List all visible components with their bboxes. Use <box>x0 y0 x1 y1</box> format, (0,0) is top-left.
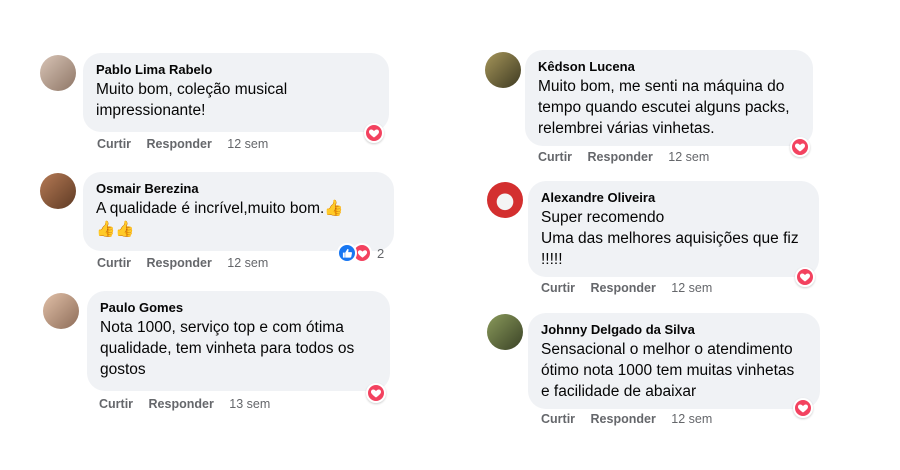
reply-button[interactable]: Responder <box>149 397 214 411</box>
comment-time[interactable]: 12 sem <box>671 281 712 295</box>
comment-actions: Curtir Responder 12 sem <box>538 150 721 164</box>
comment-author[interactable]: Pablo Lima Rabelo <box>96 62 375 78</box>
comment-text: Nota 1000, serviço top e com ótima quali… <box>100 319 355 378</box>
avatar[interactable] <box>40 55 76 91</box>
heart-icon[interactable] <box>793 398 813 418</box>
comment-author[interactable]: Johnny Delgado da Silva <box>541 322 806 338</box>
comment-time[interactable]: 13 sem <box>229 397 270 411</box>
comment-time[interactable]: 12 sem <box>227 137 268 151</box>
heart-icon[interactable] <box>366 383 386 403</box>
avatar[interactable] <box>40 173 76 209</box>
comment-author[interactable]: Alexandre Oliveira <box>541 190 805 206</box>
comment-time[interactable]: 12 sem <box>671 412 712 426</box>
like-button[interactable]: Curtir <box>541 412 575 426</box>
comment-text: Sensacional o melhor o atendimento ótimo… <box>541 341 795 400</box>
comment-time[interactable]: 12 sem <box>668 150 709 164</box>
like-button[interactable]: Curtir <box>97 137 131 151</box>
like-button[interactable]: Curtir <box>541 281 575 295</box>
reply-button[interactable]: Responder <box>591 412 656 426</box>
comment-actions: Curtir Responder 12 sem <box>541 281 724 295</box>
comment-actions: Curtir Responder 12 sem <box>97 256 280 270</box>
avatar[interactable] <box>43 293 79 329</box>
heart-icon[interactable] <box>364 123 384 143</box>
comment-bubble: Paulo Gomes Nota 1000, serviço top e com… <box>87 291 390 391</box>
comment-bubble: Johnny Delgado da Silva Sensacional o me… <box>528 313 820 409</box>
avatar[interactable] <box>487 182 523 218</box>
comment-bubble: Alexandre Oliveira Super recomendo Uma d… <box>528 181 819 277</box>
comment-author[interactable]: Paulo Gomes <box>100 300 376 316</box>
reply-button[interactable]: Responder <box>147 137 212 151</box>
comment-text: A qualidade é incrível,muito bom.👍 👍👍 <box>96 200 344 238</box>
comment-time[interactable]: 12 sem <box>227 256 268 270</box>
comment-actions: Curtir Responder 13 sem <box>99 397 282 411</box>
comment-actions: Curtir Responder 12 sem <box>541 412 724 426</box>
heart-icon[interactable] <box>790 137 810 157</box>
comment-bubble: Osmair Berezina A qualidade é incrível,m… <box>83 172 394 251</box>
reaction-count: 2 <box>377 245 385 261</box>
comment-bubble: Kêdson Lucena Muito bom, me senti na máq… <box>525 50 813 146</box>
like-button[interactable]: Curtir <box>97 256 131 270</box>
comment-actions: Curtir Responder 12 sem <box>97 137 280 151</box>
avatar[interactable] <box>487 314 523 350</box>
avatar[interactable] <box>485 52 521 88</box>
comment-text: Super recomendo Uma das melhores aquisiç… <box>541 209 799 268</box>
reactions-summary[interactable]: 2 <box>337 243 384 263</box>
reply-button[interactable]: Responder <box>147 256 212 270</box>
reply-button[interactable]: Responder <box>588 150 653 164</box>
comment-bubble: Pablo Lima Rabelo Muito bom, coleção mus… <box>83 53 389 132</box>
reply-button[interactable]: Responder <box>591 281 656 295</box>
like-button[interactable]: Curtir <box>538 150 572 164</box>
heart-icon[interactable] <box>795 267 815 287</box>
comment-author[interactable]: Osmair Berezina <box>96 181 380 197</box>
thumbs-up-icon <box>337 243 357 263</box>
comment-text: Muito bom, me senti na máquina do tempo … <box>538 78 790 137</box>
comment-author[interactable]: Kêdson Lucena <box>538 59 799 75</box>
comment-text: Muito bom, coleção musical impressionant… <box>96 81 288 119</box>
like-button[interactable]: Curtir <box>99 397 133 411</box>
